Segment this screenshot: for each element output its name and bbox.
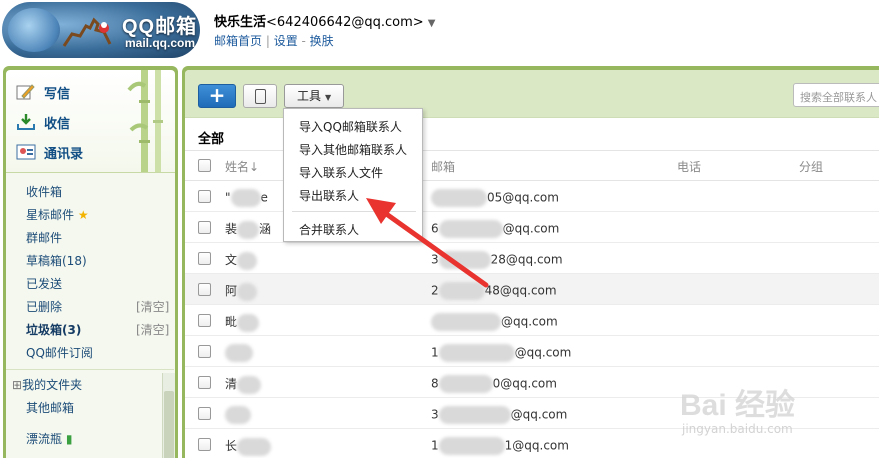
inbox-download-icon xyxy=(16,113,36,131)
add-contact-button[interactable]: + xyxy=(198,84,236,108)
scrollbar-thumb[interactable] xyxy=(164,391,174,458)
contact-email: 1 @qq.com xyxy=(431,344,571,362)
clear-deleted-link[interactable]: [清空] xyxy=(136,298,169,315)
phone-icon xyxy=(255,89,266,104)
contact-name: 长 xyxy=(225,437,272,456)
contact-name: 阿 xyxy=(225,282,258,301)
bamboo-decoration xyxy=(127,70,163,172)
contact-email: 2 48@qq.com xyxy=(431,282,557,300)
receive-button[interactable]: 收信 xyxy=(16,110,70,134)
qq-mail-logo[interactable]: QQ邮箱 mail.qq.com xyxy=(2,2,200,58)
column-phone: 电话 xyxy=(677,160,702,174)
row-checkbox[interactable] xyxy=(198,190,211,203)
menu-export-contacts[interactable]: 导出联系人 xyxy=(299,187,359,204)
menu-divider xyxy=(292,211,416,212)
bottle-icon: ▮ xyxy=(65,432,73,446)
tools-dropdown-menu: 导入QQ邮箱联系人 导入其他邮箱联系人 导入联系人文件 导出联系人 合并联系人 xyxy=(283,108,423,242)
row-checkbox[interactable] xyxy=(198,283,211,296)
row-checkbox[interactable] xyxy=(198,438,211,451)
divider xyxy=(6,369,174,370)
contact-name: 清 xyxy=(225,375,262,394)
folder-qq-subscription[interactable]: QQ邮件订阅 xyxy=(26,344,93,361)
expand-icon[interactable]: ⊞ xyxy=(12,378,22,392)
folder-sent[interactable]: 已发送 xyxy=(26,275,62,292)
row-checkbox[interactable] xyxy=(198,376,211,389)
table-row[interactable]: 毗 @qq.com xyxy=(185,305,879,336)
folder-spam[interactable]: 垃圾箱(3) xyxy=(26,321,81,338)
address-card-icon xyxy=(16,143,36,161)
reindeer-icon xyxy=(62,17,112,47)
menu-merge-contacts[interactable]: 合并联系人 xyxy=(299,221,359,238)
logo-domain: mail.qq.com xyxy=(125,36,196,50)
sidebar-scrollbar[interactable] xyxy=(162,373,175,458)
pencil-icon xyxy=(16,83,36,101)
header: QQ邮箱 mail.qq.com 快乐生活<642406642@qq.com> … xyxy=(0,0,879,66)
user-email: <642406642@qq.com> xyxy=(266,15,424,30)
link-settings[interactable]: 设置 xyxy=(274,34,298,48)
folder-list: 收件箱 星标邮件 ★ 群邮件 草稿箱(18) 已发送 已删除 [清空] 垃圾箱(… xyxy=(6,172,175,458)
contact-name xyxy=(225,344,253,362)
folder-my-folders[interactable]: ⊞我的文件夹 xyxy=(12,376,82,393)
chevron-down-icon: ▼ xyxy=(325,93,332,102)
globe-icon xyxy=(8,8,60,52)
contact-email: 6 @qq.com xyxy=(431,220,559,238)
folder-drafts[interactable]: 草稿箱(18) xyxy=(26,252,87,269)
contact-email: @qq.com xyxy=(431,313,558,331)
phone-sync-button[interactable] xyxy=(243,84,277,108)
contact-name: 文 xyxy=(225,251,258,270)
row-checkbox[interactable] xyxy=(198,345,211,358)
contact-name: 裴涵 xyxy=(225,220,271,239)
watermark-url: jingyan.baidu.com xyxy=(682,422,793,436)
select-all-checkbox[interactable] xyxy=(198,159,211,172)
contact-search-input[interactable]: 搜索全部联系人 xyxy=(793,83,879,107)
user-name: 快乐生活 xyxy=(214,15,267,30)
contact-name: " e xyxy=(225,189,268,207)
column-email: 邮箱 xyxy=(431,160,456,174)
tools-menu-button[interactable]: 工具 ▼ xyxy=(284,84,344,108)
contact-email: 1 1@qq.com xyxy=(431,437,569,455)
contact-email: 3 28@qq.com xyxy=(431,251,563,269)
contacts-button[interactable]: 通讯录 xyxy=(16,140,83,164)
sidebar: 写信 收信 通讯录 收件箱 星标邮件 ★ 群邮件 草稿箱(18) 已发送 已删除… xyxy=(3,66,178,458)
column-name[interactable]: 姓名↓ xyxy=(225,158,259,175)
column-group: 分组 xyxy=(799,160,824,174)
account-switcher[interactable]: 快乐生活<642406642@qq.com> ▼ xyxy=(214,11,435,30)
compose-button[interactable]: 写信 xyxy=(16,80,70,104)
folder-group-mail[interactable]: 群邮件 xyxy=(26,229,62,246)
contact-email: 8 0@qq.com xyxy=(431,375,557,393)
link-skin[interactable]: 换肤 xyxy=(310,34,334,48)
table-row[interactable]: 阿 2 48@qq.com xyxy=(185,274,879,305)
link-mail-home[interactable]: 邮箱首页 xyxy=(214,34,262,48)
menu-import-contacts-file[interactable]: 导入联系人文件 xyxy=(299,164,383,181)
contact-name: 毗 xyxy=(225,313,260,332)
main-actions: 写信 收信 通讯录 xyxy=(6,70,175,172)
contact-email: 05@qq.com xyxy=(431,189,559,207)
contact-name xyxy=(225,406,251,424)
row-checkbox[interactable] xyxy=(198,407,211,420)
star-icon: ★ xyxy=(77,208,89,222)
clear-spam-link[interactable]: [清空] xyxy=(136,321,169,338)
folder-starred[interactable]: 星标邮件 ★ xyxy=(26,206,89,223)
top-links: 邮箱首页 | 设置 - 换肤 xyxy=(214,34,334,48)
logo-title: QQ邮箱 xyxy=(122,16,198,38)
folder-other-mailboxes[interactable]: 其他邮箱 xyxy=(26,399,74,416)
row-checkbox[interactable] xyxy=(198,221,211,234)
contact-email: 3 @qq.com xyxy=(431,406,567,424)
table-row[interactable]: 1 @qq.com xyxy=(185,336,879,367)
section-title: 全部 xyxy=(198,132,225,147)
table-row[interactable]: 文 3 28@qq.com xyxy=(185,243,879,274)
folder-drift-bottle[interactable]: 漂流瓶 ▮ xyxy=(26,430,72,447)
folder-deleted[interactable]: 已删除 xyxy=(26,298,62,315)
baidu-jingyan-watermark: Bai 经验 jingyan.baidu.com xyxy=(680,380,879,450)
row-checkbox[interactable] xyxy=(198,252,211,265)
menu-import-other-mail-contacts[interactable]: 导入其他邮箱联系人 xyxy=(299,141,407,158)
watermark-logo: Bai 经验 xyxy=(680,389,796,422)
dropdown-caret-icon[interactable]: ▼ xyxy=(428,18,436,29)
menu-import-qq-contacts[interactable]: 导入QQ邮箱联系人 xyxy=(299,118,402,135)
row-checkbox[interactable] xyxy=(198,314,211,327)
folder-inbox[interactable]: 收件箱 xyxy=(26,183,62,200)
